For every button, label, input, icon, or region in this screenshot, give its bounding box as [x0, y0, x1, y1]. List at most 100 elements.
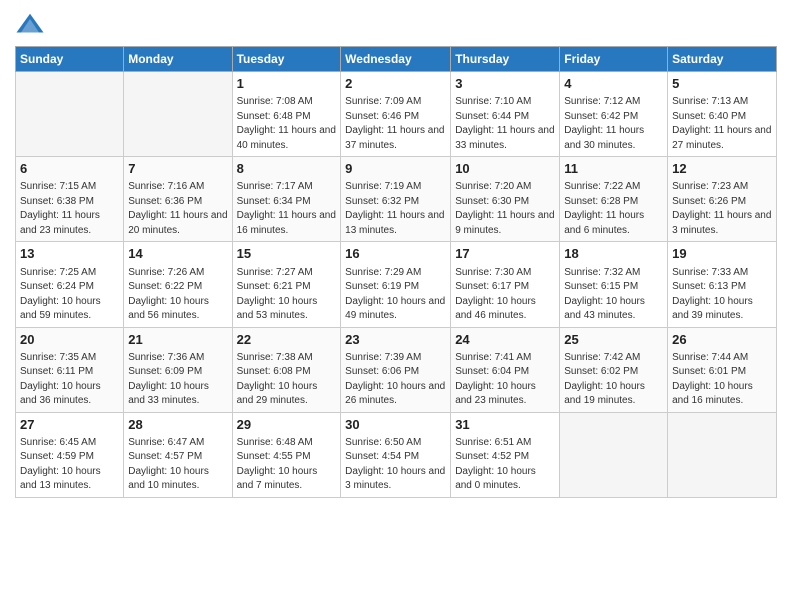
day-cell: 3 Sunrise: 7:10 AMSunset: 6:44 PMDaylight… [451, 72, 560, 157]
day-cell: 13 Sunrise: 7:25 AMSunset: 6:24 PMDayligh… [16, 242, 124, 327]
day-cell: 28 Sunrise: 6:47 AMSunset: 4:57 PMDayligh… [124, 412, 232, 497]
day-info: Sunrise: 7:12 AMSunset: 6:42 PMDaylight:… [564, 95, 663, 153]
day-info: Sunrise: 7:17 AMSunset: 6:34 PMDaylight:… [237, 180, 337, 238]
day-cell: 1 Sunrise: 7:08 AMSunset: 6:48 PMDaylight… [232, 72, 341, 157]
col-header-thursday: Thursday [451, 47, 560, 72]
day-cell: 27Sunrise: 6:45 AMSunset: 4:59 PMDayligh… [16, 412, 124, 497]
col-header-friday: Friday [560, 47, 668, 72]
day-number: 14 [128, 245, 227, 263]
day-number: 2 [345, 75, 446, 93]
day-info: Sunrise: 7:20 AMSunset: 6:30 PMDaylight:… [455, 180, 555, 238]
day-info: Sunrise: 6:51 AMSunset: 4:52 PMDaylight:… [455, 436, 555, 494]
day-number: 10 [455, 160, 555, 178]
day-info: Sunrise: 7:19 AMSunset: 6:32 PMDaylight:… [345, 180, 446, 238]
col-header-saturday: Saturday [668, 47, 777, 72]
day-info: Sunrise: 7:38 AMSunset: 6:08 PMDaylight:… [237, 351, 337, 409]
day-cell: 22Sunrise: 7:38 AMSunset: 6:08 PMDayligh… [232, 327, 341, 412]
day-number: 28 [128, 416, 227, 434]
day-number: 7 [128, 160, 227, 178]
logo-icon [15, 10, 45, 40]
day-cell: 8 Sunrise: 7:17 AMSunset: 6:34 PMDaylight… [232, 157, 341, 242]
day-info: Sunrise: 7:35 AMSunset: 6:11 PMDaylight:… [20, 351, 119, 409]
col-header-wednesday: Wednesday [341, 47, 451, 72]
day-number: 18 [564, 245, 663, 263]
day-cell [16, 72, 124, 157]
day-info: Sunrise: 7:42 AMSunset: 6:02 PMDaylight:… [564, 351, 663, 409]
day-info: Sunrise: 7:27 AMSunset: 6:21 PMDaylight:… [237, 266, 337, 324]
day-number: 13 [20, 245, 119, 263]
day-cell: 19 Sunrise: 7:33 AMSunset: 6:13 PMDayligh… [668, 242, 777, 327]
day-number: 9 [345, 160, 446, 178]
day-number: 29 [237, 416, 337, 434]
day-cell: 5 Sunrise: 7:13 AMSunset: 6:40 PMDaylight… [668, 72, 777, 157]
day-cell: 9 Sunrise: 7:19 AMSunset: 6:32 PMDaylight… [341, 157, 451, 242]
day-cell: 26 Sunrise: 7:44 AMSunset: 6:01 PMDayligh… [668, 327, 777, 412]
logo [15, 10, 49, 40]
week-row-3: 13 Sunrise: 7:25 AMSunset: 6:24 PMDayligh… [16, 242, 777, 327]
day-info: Sunrise: 7:13 AMSunset: 6:40 PMDaylight:… [672, 95, 772, 153]
day-cell: 14 Sunrise: 7:26 AMSunset: 6:22 PMDayligh… [124, 242, 232, 327]
week-row-4: 20 Sunrise: 7:35 AMSunset: 6:11 PMDayligh… [16, 327, 777, 412]
day-number: 26 [672, 331, 772, 349]
day-number: 12 [672, 160, 772, 178]
day-cell: 24Sunrise: 7:41 AMSunset: 6:04 PMDayligh… [451, 327, 560, 412]
day-info: Sunrise: 7:22 AMSunset: 6:28 PMDaylight:… [564, 180, 663, 238]
day-number: 1 [237, 75, 337, 93]
day-number: 17 [455, 245, 555, 263]
day-cell: 2 Sunrise: 7:09 AMSunset: 6:46 PMDaylight… [341, 72, 451, 157]
day-cell: 7 Sunrise: 7:16 AMSunset: 6:36 PMDaylight… [124, 157, 232, 242]
day-number: 16 [345, 245, 446, 263]
day-info: Sunrise: 6:47 AMSunset: 4:57 PMDaylight:… [128, 436, 227, 494]
day-cell: 17 Sunrise: 7:30 AMSunset: 6:17 PMDayligh… [451, 242, 560, 327]
day-cell: 29Sunrise: 6:48 AMSunset: 4:55 PMDayligh… [232, 412, 341, 497]
day-info: Sunrise: 7:30 AMSunset: 6:17 PMDaylight:… [455, 266, 555, 324]
day-cell: 30 Sunrise: 6:50 AMSunset: 4:54 PMDayligh… [341, 412, 451, 497]
day-cell: 25 Sunrise: 7:42 AMSunset: 6:02 PMDayligh… [560, 327, 668, 412]
col-header-sunday: Sunday [16, 47, 124, 72]
day-number: 27 [20, 416, 119, 434]
day-info: Sunrise: 7:29 AMSunset: 6:19 PMDaylight:… [345, 266, 446, 324]
day-info: Sunrise: 6:50 AMSunset: 4:54 PMDaylight:… [345, 436, 446, 494]
day-cell: 23Sunrise: 7:39 AMSunset: 6:06 PMDayligh… [341, 327, 451, 412]
col-header-tuesday: Tuesday [232, 47, 341, 72]
calendar-header-row: SundayMondayTuesdayWednesdayThursdayFrid… [16, 47, 777, 72]
day-info: Sunrise: 7:09 AMSunset: 6:46 PMDaylight:… [345, 95, 446, 153]
day-info: Sunrise: 7:25 AMSunset: 6:24 PMDaylight:… [20, 266, 119, 324]
day-number: 31 [455, 416, 555, 434]
day-info: Sunrise: 7:08 AMSunset: 6:48 PMDaylight:… [237, 95, 337, 153]
day-info: Sunrise: 7:36 AMSunset: 6:09 PMDaylight:… [128, 351, 227, 409]
day-cell [560, 412, 668, 497]
day-info: Sunrise: 7:44 AMSunset: 6:01 PMDaylight:… [672, 351, 772, 409]
day-cell: 6 Sunrise: 7:15 AMSunset: 6:38 PMDaylight… [16, 157, 124, 242]
day-number: 15 [237, 245, 337, 263]
day-cell: 11Sunrise: 7:22 AMSunset: 6:28 PMDayligh… [560, 157, 668, 242]
day-number: 8 [237, 160, 337, 178]
day-cell: 10 Sunrise: 7:20 AMSunset: 6:30 PMDayligh… [451, 157, 560, 242]
day-number: 25 [564, 331, 663, 349]
week-row-2: 6 Sunrise: 7:15 AMSunset: 6:38 PMDaylight… [16, 157, 777, 242]
day-info: Sunrise: 7:33 AMSunset: 6:13 PMDaylight:… [672, 266, 772, 324]
day-number: 30 [345, 416, 446, 434]
day-number: 20 [20, 331, 119, 349]
day-info: Sunrise: 7:15 AMSunset: 6:38 PMDaylight:… [20, 180, 119, 238]
day-cell: 31 Sunrise: 6:51 AMSunset: 4:52 PMDayligh… [451, 412, 560, 497]
day-cell: 4 Sunrise: 7:12 AMSunset: 6:42 PMDaylight… [560, 72, 668, 157]
day-info: Sunrise: 7:26 AMSunset: 6:22 PMDaylight:… [128, 266, 227, 324]
col-header-monday: Monday [124, 47, 232, 72]
day-info: Sunrise: 7:39 AMSunset: 6:06 PMDaylight:… [345, 351, 446, 409]
day-number: 19 [672, 245, 772, 263]
day-info: Sunrise: 7:10 AMSunset: 6:44 PMDaylight:… [455, 95, 555, 153]
page: SundayMondayTuesdayWednesdayThursdayFrid… [0, 0, 792, 612]
day-number: 3 [455, 75, 555, 93]
week-row-5: 27Sunrise: 6:45 AMSunset: 4:59 PMDayligh… [16, 412, 777, 497]
day-cell: 12 Sunrise: 7:23 AMSunset: 6:26 PMDayligh… [668, 157, 777, 242]
day-cell [668, 412, 777, 497]
day-cell: 15 Sunrise: 7:27 AMSunset: 6:21 PMDayligh… [232, 242, 341, 327]
day-number: 5 [672, 75, 772, 93]
day-info: Sunrise: 7:16 AMSunset: 6:36 PMDaylight:… [128, 180, 227, 238]
day-info: Sunrise: 7:32 AMSunset: 6:15 PMDaylight:… [564, 266, 663, 324]
day-info: Sunrise: 7:23 AMSunset: 6:26 PMDaylight:… [672, 180, 772, 238]
day-number: 6 [20, 160, 119, 178]
day-number: 4 [564, 75, 663, 93]
week-row-1: 1 Sunrise: 7:08 AMSunset: 6:48 PMDaylight… [16, 72, 777, 157]
